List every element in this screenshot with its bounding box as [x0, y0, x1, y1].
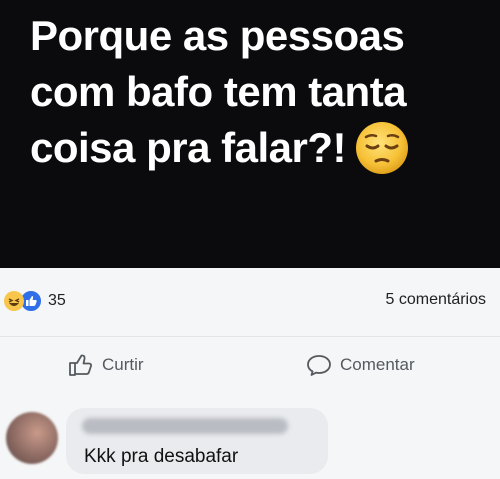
comment-button-label: Comentar: [340, 355, 415, 374]
comments-count[interactable]: 5 comentários: [386, 291, 487, 309]
commenter-avatar[interactable]: [6, 412, 58, 464]
pensive-face-icon: [355, 121, 408, 174]
reaction-count: 35: [48, 292, 66, 309]
post-stats: 35 5 comentários: [0, 268, 500, 336]
post-text-line-3: coisa pra falar?!: [30, 124, 346, 171]
action-bar: Curtir Comentar: [0, 336, 500, 395]
comment-author-name-blurred[interactable]: [82, 418, 288, 434]
post-text-line-2: com bafo tem tanta: [30, 68, 407, 115]
post-image: Porque as pessoas com bafo tem tanta coisa…: [0, 0, 500, 268]
speech-bubble-icon: [307, 355, 331, 376]
comment-bubble: Kkk pra desabafar: [66, 408, 328, 474]
reactions-summary[interactable]: 35: [4, 290, 66, 312]
comment-text: Kkk pra desabafar: [84, 446, 239, 467]
like-button[interactable]: Curtir: [68, 353, 144, 377]
comment-item: Kkk pra desabafar: [0, 394, 500, 479]
like-button-label: Curtir: [102, 355, 144, 374]
post-text-line-1: Porque as pessoas: [30, 12, 405, 59]
comment-button[interactable]: Comentar: [306, 353, 415, 377]
thumbs-up-icon: [69, 354, 92, 376]
post-text: Porque as pessoas com bafo tem tanta coisa…: [30, 8, 490, 176]
haha-reaction-icon: [4, 291, 24, 311]
